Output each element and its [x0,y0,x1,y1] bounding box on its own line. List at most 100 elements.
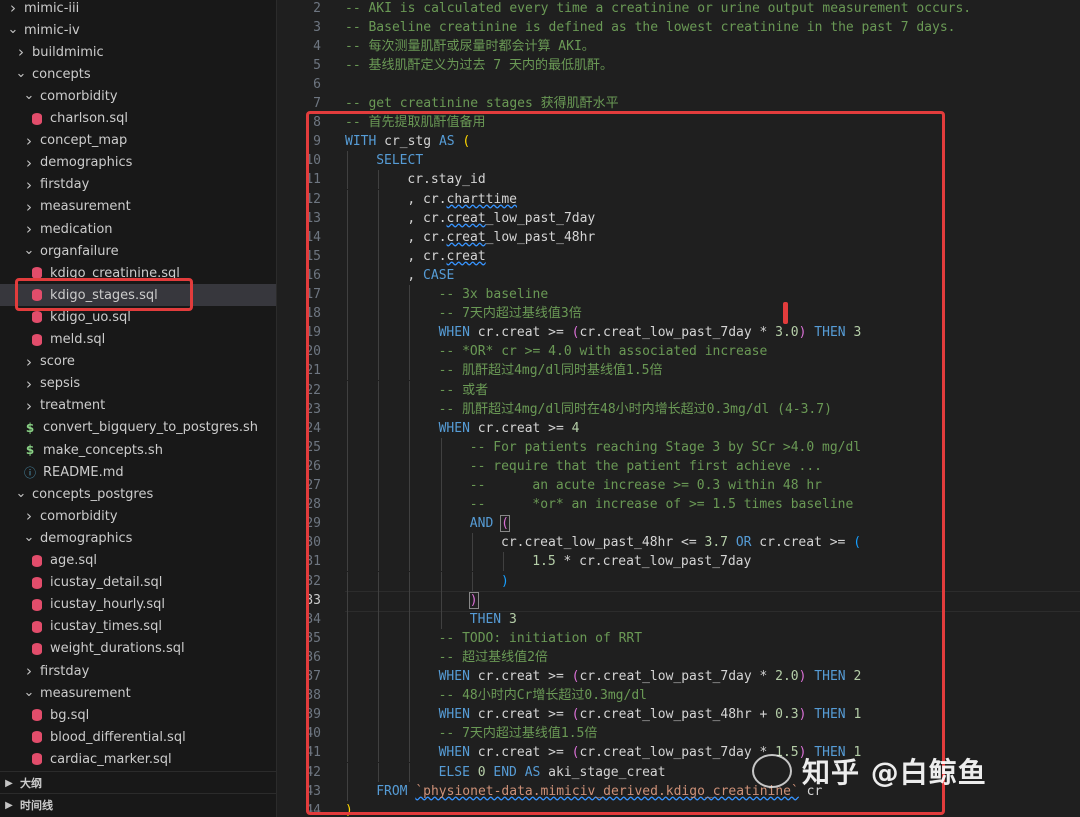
code-token: , cr. [407,191,447,207]
indent-guide [409,399,411,419]
tree-file-charlson-sql[interactable]: charlson.sql [0,108,276,130]
tree-folder-concepts-postgres[interactable]: ⌄ concepts_postgres [0,483,276,505]
indent-guide [409,552,411,572]
code-token: 4 [571,420,580,436]
indent-guide [409,304,411,324]
chevron-right-icon: ▶ [5,777,13,789]
indent-guide [347,323,348,343]
indent-guide [378,304,380,324]
indent-guide [440,476,442,496]
tree-file-age-sql[interactable]: age.sql [0,550,276,572]
outline-panel-label: 大纲 [20,777,42,790]
code-token: 3 [508,611,517,627]
code-token: WHEN [438,745,470,761]
tree-file-blood-differential-sql[interactable]: blood_differential.sql [0,726,276,748]
timeline-panel-header[interactable]: ▶ 时间线 [0,793,276,816]
code-line: -- 每次测量肌酐或尿量时都会计算 AKI。 [345,37,595,56]
indent-guide [440,609,442,629]
indent-guide [440,514,442,534]
code-line: ) [501,572,509,591]
code-token: cr_stg [376,134,439,150]
indent-guide [378,590,380,610]
code-line: , cr.creat_low_past_7day [407,209,595,228]
indent-guide [378,686,380,706]
code-token: END [493,764,517,780]
tree-file-make-concepts-sh[interactable]: $ make_concepts.sh [0,439,276,461]
indent-guide [347,514,348,534]
indent-guide [378,762,380,782]
code-line: -- 首先提取肌酐值备用 [345,113,485,132]
tree-item-label: README.md [43,464,124,480]
tree-folder-demographics[interactable]: ⌄ demographics [0,527,276,549]
tree-folder-measurement[interactable]: › measurement [0,196,276,218]
tree-folder-organfailure[interactable]: ⌄ organfailure [0,240,276,262]
tree-file-weight-durations-sql[interactable]: weight_durations.sql [0,638,276,660]
line-number: 17 [305,287,321,302]
line-number: 2 [313,0,321,16]
tree-item-label: organfailure [40,243,119,259]
tree-item-label: make_concepts.sh [43,442,163,458]
line-number: 19 [305,325,321,341]
indent-guide [440,590,442,610]
tree-file-convert-bigquery-to-postgres-sh[interactable]: $ convert_bigquery_to_postgres.sh [0,417,276,439]
tree-folder-score[interactable]: › score [0,351,276,373]
tree-folder-treatment[interactable]: › treatment [0,395,276,417]
tree-folder-measurement[interactable]: ⌄ measurement [0,682,276,704]
tree-file-cardiac-marker-sql[interactable]: cardiac_marker.sql [0,748,276,770]
code-token: THEN [814,707,846,723]
line-number: 40 [305,726,321,742]
code-token: WHEN [438,420,470,436]
tree-folder-buildmimic[interactable]: › buildmimic [0,41,276,63]
tree-folder-comorbidity[interactable]: ⌄ comorbidity [0,85,276,107]
line-number: 4 [313,38,321,54]
tree-file-icustay-hourly-sql[interactable]: icustay_hourly.sql [0,594,276,616]
code-token: cr.creat_low_past_7day * [579,325,776,341]
tree-file-readme-md[interactable]: ⓘ README.md [0,461,276,483]
code-token: `physionet-data.mimiciv_derived.kdigo_cr… [415,783,799,799]
tree-item-label: comorbidity [40,88,118,104]
shell-file-icon: $ [25,420,35,435]
indent-guide [409,647,411,667]
indent-guide [347,590,348,610]
tree-folder-mimic-iii[interactable]: › mimic-iii [0,0,276,19]
chevron-right-icon: ▶ [5,799,13,811]
code-token: , [407,267,424,283]
tree-folder-mimic-iv[interactable]: ⌄ mimic-iv [0,19,276,41]
indent-guide [347,743,348,763]
tree-folder-firstday[interactable]: › firstday [0,660,276,682]
indent-guide [409,476,411,496]
line-number: 14 [305,229,321,245]
tree-folder-sepsis[interactable]: › sepsis [0,373,276,395]
chevron-down-icon: ⌄ [23,243,35,259]
tree-file-icustay-detail-sql[interactable]: icustay_detail.sql [0,572,276,594]
tree-folder-concept-map[interactable]: › concept_map [0,130,276,152]
tree-file-icustay-times-sql[interactable]: icustay_times.sql [0,616,276,638]
indent-guide [378,227,380,247]
tree-file-kdigo-stages-sql[interactable]: kdigo_stages.sql [0,284,276,307]
code-line: -- 7天内超过基线值3倍 [439,304,582,323]
line-number: 25 [305,439,321,455]
tree-folder-concepts[interactable]: ⌄ concepts [0,63,276,85]
code-editor[interactable]: 2 -- AKI is calculated every time a creat… [277,0,1080,817]
outline-panel-header[interactable]: ▶ 大纲 [0,771,276,794]
tree-folder-medication[interactable]: › medication [0,218,276,240]
code-token: WITH [345,134,377,150]
database-file-icon [32,333,42,346]
tree-file-bg-sql[interactable]: bg.sql [0,704,276,726]
code-line: WHEN cr.creat >= (cr.creat_low_past_7day… [439,743,862,762]
code-line: FROM `physionet-data.mimiciv_derived.kdi… [376,782,822,801]
tree-file-kdigo-creatinine-sql[interactable]: kdigo_creatinine.sql [0,262,276,284]
code-line: -- *or* an increase of >= 1.5 times base… [470,495,854,514]
tree-item-label: blood_differential.sql [50,729,186,745]
database-file-icon [32,709,42,722]
tree-item-label: kdigo_uo.sql [50,309,131,325]
tree-item-label: icustay_hourly.sql [50,597,166,613]
tree-folder-firstday[interactable]: › firstday [0,174,276,196]
tree-folder-comorbidity[interactable]: › comorbidity [0,505,276,527]
tree-file-meld-sql[interactable]: meld.sql [0,329,276,351]
tree-file-kdigo-uo-sql[interactable]: kdigo_uo.sql [0,306,276,328]
code-token: CASE [423,267,455,283]
code-line: -- 3x baseline [439,285,549,304]
tree-folder-demographics[interactable]: › demographics [0,152,276,174]
